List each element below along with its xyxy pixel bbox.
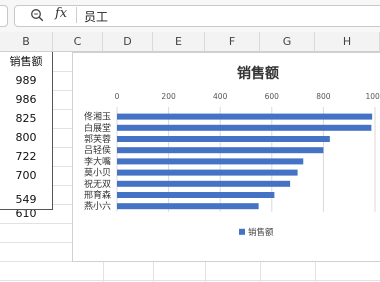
bar <box>117 203 259 210</box>
table-cell[interactable]: 800 <box>0 128 52 147</box>
bar <box>117 136 330 142</box>
category-label: 李大嘴 <box>84 155 111 167</box>
column-header-D[interactable]: D <box>103 32 153 52</box>
x-tick-label: 600 <box>265 92 280 101</box>
chart-plot: 0 200 400 600 800 1000 佟湘玉白展堂郭芙蓉吕轻侯李大嘴莫小贝祝无双邢育… <box>84 92 380 238</box>
category-label: 郭芙蓉 <box>84 133 111 145</box>
bar <box>117 124 372 131</box>
formula-input-box[interactable] <box>14 5 380 27</box>
table-cell[interactable]: 989 <box>0 71 52 90</box>
column-header-B[interactable]: B <box>0 32 53 52</box>
category-label: 祝无双 <box>84 178 111 190</box>
table-cell[interactable]: 825 <box>0 109 52 128</box>
bar-chart[interactable]: 销售额 0 200 400 600 800 1000 佟湘玉白展堂郭芙蓉吕轻侯李大嘴莫小贝祝… <box>72 52 380 262</box>
category-label: 吕轻侯 <box>84 144 111 156</box>
table-bottom-border <box>0 209 53 210</box>
table-cell[interactable]: 549 <box>0 190 52 209</box>
category-label: 白展堂 <box>84 122 111 134</box>
x-tick-label: 200 <box>161 92 176 101</box>
grid-line <box>0 280 380 281</box>
bar <box>117 192 275 198</box>
column-header-G[interactable]: G <box>260 32 315 52</box>
x-tick-label: 1000 <box>365 92 380 101</box>
table-cell[interactable]: 986 <box>0 90 52 109</box>
column-header-H[interactable]: H <box>315 32 380 52</box>
category-label: 燕小六 <box>84 200 111 212</box>
category-label: 邢育森 <box>84 189 111 201</box>
x-tick-label: 400 <box>213 92 228 101</box>
bar <box>117 147 324 154</box>
zoom-icon[interactable] <box>30 8 44 22</box>
category-label: 佟湘玉 <box>84 111 111 123</box>
bar <box>117 169 298 176</box>
bar <box>117 158 304 165</box>
formula-separator <box>76 7 77 23</box>
name-box-edge[interactable] <box>0 5 8 27</box>
bar <box>117 180 291 187</box>
legend-swatch <box>239 228 245 235</box>
legend-label: 销售额 <box>248 227 274 238</box>
column-header-E[interactable]: E <box>153 32 205 52</box>
table-right-border <box>52 52 53 210</box>
x-tick-label: 800 <box>316 92 331 101</box>
table-cell[interactable]: 700 <box>0 166 52 185</box>
column-header-F[interactable]: F <box>205 32 260 52</box>
formula-content[interactable]: 员工 <box>84 8 108 25</box>
table-cell[interactable]: 722 <box>0 147 52 166</box>
category-label: 莫小贝 <box>84 167 111 179</box>
table-header-cell[interactable]: 销售额 <box>0 52 52 71</box>
x-tick-label: 0 <box>115 92 120 101</box>
bar <box>117 113 373 120</box>
column-header-C[interactable]: C <box>53 32 103 52</box>
formula-bar: fx 员工 <box>0 0 380 33</box>
fx-icon[interactable]: fx <box>55 6 67 21</box>
